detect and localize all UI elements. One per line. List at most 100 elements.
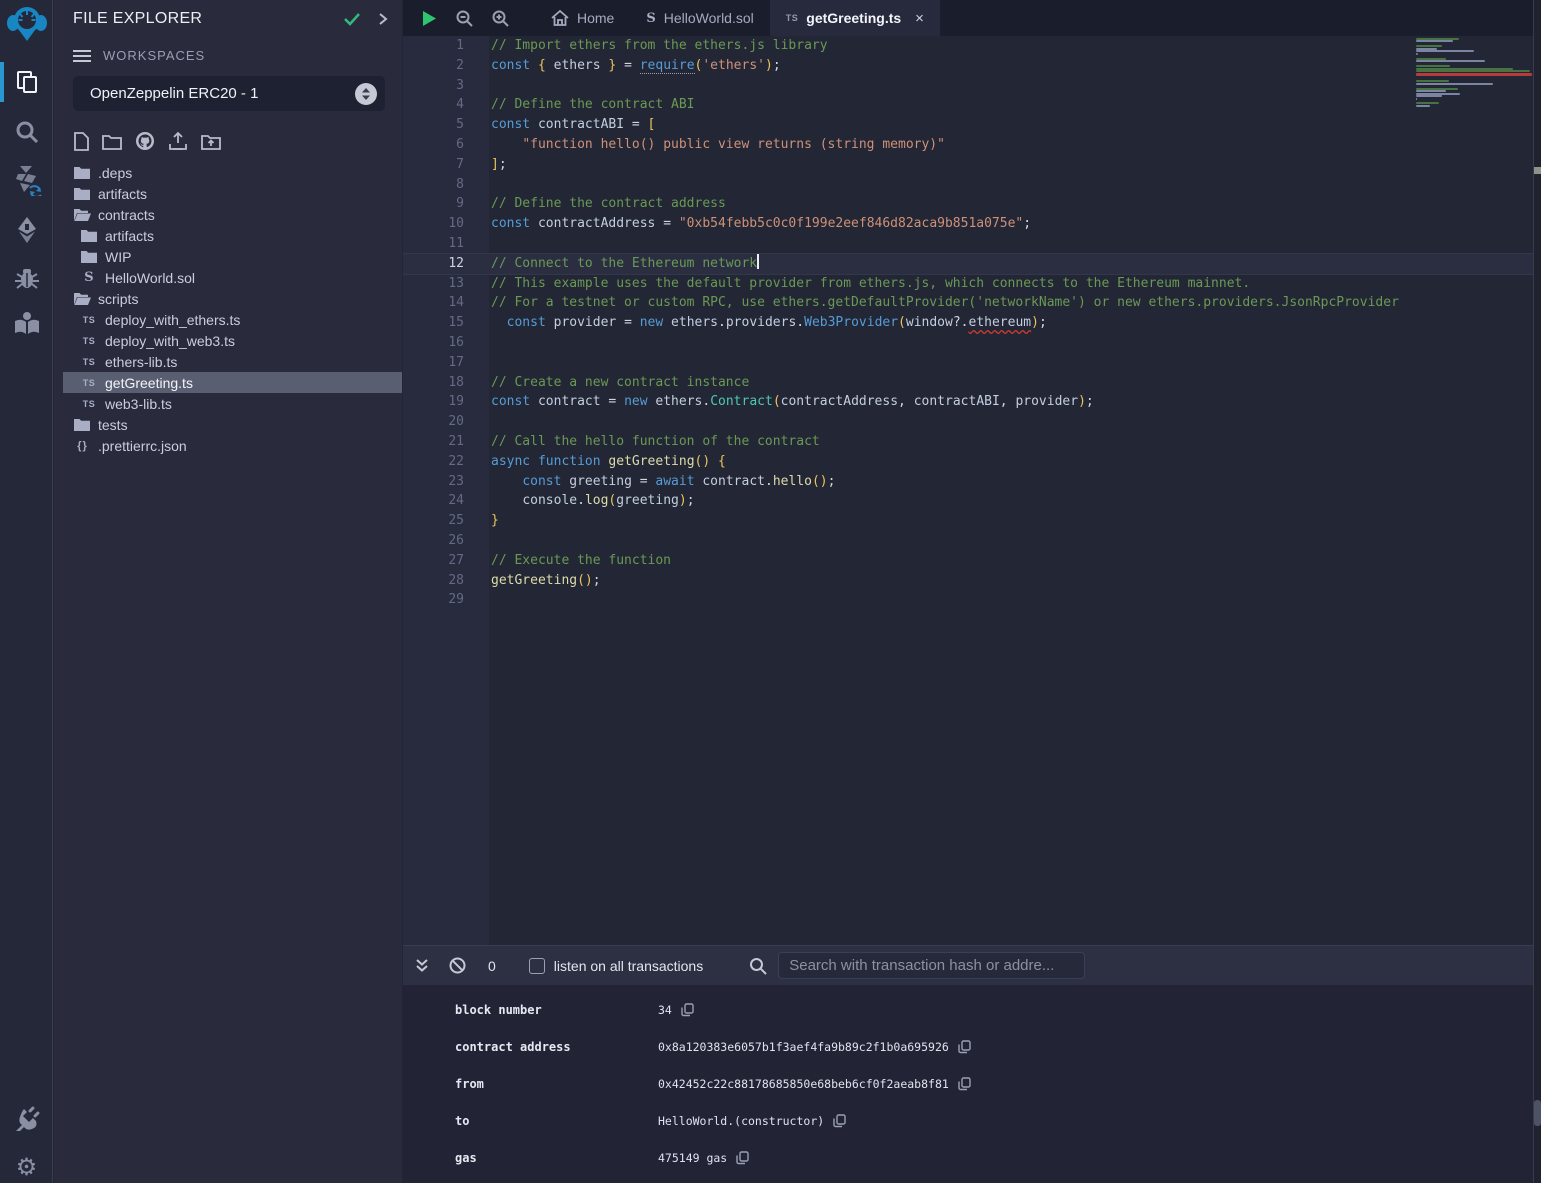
folder-icon [73,418,91,431]
code-line-6: 6 "function hello() public view returns … [403,135,1533,155]
remix-logo-icon[interactable] [0,4,53,44]
workspaces-label: WORKSPACES [103,48,205,63]
clear-console-icon[interactable] [449,957,466,974]
terminal-prompt[interactable]: > [403,1179,1541,1183]
code-line-14: 14// For a testnet or custom RPC, use et… [403,293,1533,313]
code-line-28: 28getGreeting(); [403,571,1533,591]
tx-detail-label: contract address [455,1040,658,1054]
ts-icon: TS [80,315,98,325]
terminal-search-input[interactable] [778,952,1085,979]
editor-tabbar: Home S HelloWorld.sol TS getGreeting.ts × [403,0,1541,36]
copy-icon[interactable] [736,1151,749,1165]
solidity-compiler-icon[interactable] [0,160,53,200]
code-line-12: 12// Connect to the Ethereum network [403,254,1533,274]
tree-item-label: .prettierrc.json [98,438,187,454]
tab-getgreeting-ts[interactable]: TS getGreeting.ts × [770,0,940,36]
debugger-icon[interactable] [0,258,53,298]
tx-detail-row-from: from0x42452c22c88178685850e68beb6cf0f2ae… [403,1065,1541,1102]
workspace-name: OpenZeppelin ERC20 - 1 [90,85,355,102]
tab-helloworld-sol[interactable]: S HelloWorld.sol [630,0,769,36]
copy-icon[interactable] [958,1077,971,1091]
tree-item-label: .deps [98,165,132,181]
tree-item-contracts[interactable]: contracts [63,204,402,225]
tree-item-wip[interactable]: WIP [63,246,402,267]
ts-icon: TS [80,357,98,367]
tx-detail-label: to [455,1114,658,1128]
tree-item-label: HelloWorld.sol [105,270,195,286]
new-file-icon[interactable] [74,132,89,151]
check-icon [342,11,362,27]
search-icon[interactable] [0,112,53,152]
tab-label: getGreeting.ts [806,10,901,26]
pin-panel-chevron-icon[interactable] [378,12,388,26]
run-script-button[interactable] [422,10,437,27]
tab-home[interactable]: Home [535,0,630,36]
tree-item--prettierrc-json[interactable]: { } .prettierrc.json [63,435,402,456]
ts-icon: TS [786,13,799,23]
tree-item-label: artifacts [98,186,147,202]
zoom-in-icon[interactable] [492,10,509,27]
copy-icon[interactable] [833,1114,846,1128]
listen-transactions-checkbox[interactable] [529,958,545,974]
expand-terminal-icon[interactable] [415,958,429,973]
file-explorer-icon[interactable] [0,62,53,102]
tree-item-label: contracts [98,207,155,223]
tree-item--deps[interactable]: .deps [63,162,402,183]
tab-label: Home [577,10,614,26]
tx-detail-row-to: toHelloWorld.(constructor) [403,1102,1541,1139]
workspace-select[interactable]: OpenZeppelin ERC20 - 1 [73,76,385,111]
tx-detail-value: HelloWorld.(constructor) [658,1114,824,1128]
code-line-2: 2const { ethers } = require('ethers'); [403,56,1533,76]
zoom-out-icon[interactable] [456,10,473,27]
tree-item-ethers-lib-ts[interactable]: TSethers-lib.ts [63,351,402,372]
json-icon: { } [73,440,91,452]
code-line-25: 25} [403,511,1533,531]
clone-github-icon[interactable] [135,131,155,151]
solidity-icon: S [646,11,655,26]
code-line-15: 15 const provider = new ethers.providers… [403,313,1533,333]
code-editor[interactable]: 1// Import ethers from the ethers.js lib… [403,36,1533,945]
code-line-7: 7]; [403,155,1533,175]
plugin-manager-icon[interactable] [0,1098,53,1138]
scrollbar-thumb[interactable] [1534,1100,1541,1126]
close-tab-icon[interactable]: × [915,10,924,27]
terminal: 0 listen on all transactions block numbe… [403,945,1541,1183]
code-line-20: 20 [403,412,1533,432]
page-scrollbar[interactable] [1533,0,1541,1183]
code-line-3: 3 [403,76,1533,96]
tree-item-deploy-with-web3-ts[interactable]: TSdeploy_with_web3.ts [63,330,402,351]
tx-detail-value: 475149 gas [658,1151,727,1165]
folder-icon [80,229,98,242]
tree-item-label: WIP [105,249,131,265]
new-folder-icon[interactable] [102,133,122,150]
tree-item-label: tests [98,417,128,433]
deploy-and-run-icon[interactable] [0,210,53,250]
upload-folder-icon[interactable] [201,133,221,150]
upload-file-icon[interactable] [168,132,188,151]
tree-item-artifacts[interactable]: artifacts [63,183,402,204]
tx-detail-value: 0x42452c22c88178685850e68beb6cf0f2aeab8f… [658,1077,949,1091]
activity-bar: ⚙ [0,0,53,1183]
terminal-search-icon [749,957,767,975]
settings-gear-icon[interactable]: ⚙ [0,1148,53,1183]
tree-item-tests[interactable]: tests [63,414,402,435]
code-line-5: 5const contractABI = [ [403,115,1533,135]
tab-label: HelloWorld.sol [664,10,754,26]
minimap[interactable] [1413,36,1533,945]
copy-icon[interactable] [681,1003,694,1017]
tree-item-helloworld-sol[interactable]: SHelloWorld.sol [63,267,402,288]
scrollbar-marker[interactable] [1534,167,1541,174]
ts-icon: TS [80,378,98,388]
copy-icon[interactable] [958,1040,971,1054]
hamburger-menu-icon[interactable] [73,49,91,63]
tree-item-artifacts[interactable]: artifacts [63,225,402,246]
tree-item-deploy-with-ethers-ts[interactable]: TSdeploy_with_ethers.ts [63,309,402,330]
tree-item-getgreeting-ts[interactable]: TSgetGreeting.ts [63,372,402,393]
learneth-icon[interactable] [0,303,53,343]
code-line-16: 16 [403,333,1533,353]
workspace-sort-icon[interactable] [355,83,377,105]
tree-item-web3-lib-ts[interactable]: TSweb3-lib.ts [63,393,402,414]
tree-item-scripts[interactable]: scripts [63,288,402,309]
tx-detail-row-contract-address: contract address0x8a120383e6057b1f3aef4f… [403,1028,1541,1065]
folder-open-icon [73,292,91,305]
